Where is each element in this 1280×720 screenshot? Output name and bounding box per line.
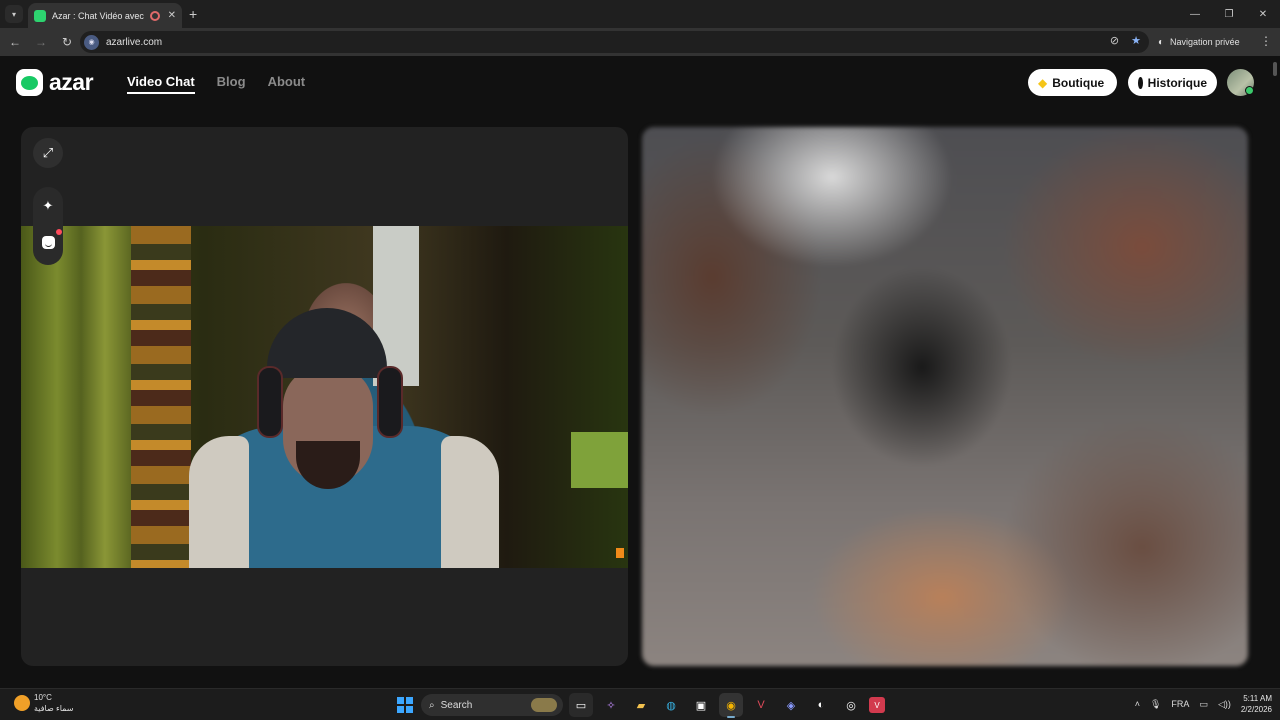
taskbar-search[interactable]: ⌕ Search: [421, 694, 563, 716]
hood-right: [441, 436, 499, 568]
partner-video-panel: [642, 127, 1248, 666]
system-tray: ˄ 🎙︎ FRA ▭ ◁)) 5:11 AM 2/2/2026: [1135, 693, 1272, 715]
weather-desc: سماء صافية: [34, 704, 74, 713]
vivaldi-icon[interactable]: V: [749, 693, 773, 717]
background-monitor: [571, 432, 628, 488]
discord-icon[interactable]: ◈: [779, 693, 803, 717]
azar-logo-icon: [16, 69, 43, 96]
magic-filter-button[interactable]: ✦: [33, 191, 63, 221]
search-icon: ⌕: [429, 699, 435, 711]
weather-widget[interactable]: 10°C سماء صافية: [14, 692, 74, 714]
language-indicator[interactable]: FRA: [1171, 699, 1189, 709]
start-button[interactable]: [395, 695, 415, 715]
bookmark-star-icon[interactable]: ★: [1131, 34, 1141, 47]
incognito-badge[interactable]: ◐ Navigation privée: [1158, 31, 1240, 53]
clock[interactable]: 5:11 AM 2/2/2026: [1241, 693, 1272, 715]
microphone-icon[interactable]: 🎙︎: [1150, 699, 1161, 710]
headset-right: [377, 366, 403, 438]
recording-icon: [149, 10, 160, 21]
taskbar: 10°C سماء صافية ⌕ Search ▭ ✧ ▰ ◍ ▣ ◉ V ◈…: [0, 688, 1280, 720]
search-label: Search: [440, 699, 473, 711]
task-view-icon[interactable]: ▭: [569, 693, 593, 717]
effects-toolbar: ✦: [33, 187, 63, 265]
tab-title: Azar : Chat Vidéo avec de n: [52, 10, 146, 21]
clock-time: 5:11 AM: [1243, 694, 1272, 703]
clock-date: 2/2/2026: [1240, 705, 1272, 714]
search-highlight-icon: [531, 698, 557, 712]
store-icon[interactable]: ▣: [689, 693, 713, 717]
display-icon[interactable]: ▭: [1199, 699, 1208, 710]
headset-left: [257, 366, 283, 438]
browser-menu-icon[interactable]: ⋮: [1260, 34, 1272, 48]
nav-about[interactable]: About: [268, 74, 306, 94]
incognito-icon: ◐: [1158, 36, 1165, 48]
back-icon[interactable]: ←: [4, 31, 26, 53]
clock-app-icon[interactable]: ◐: [809, 693, 833, 717]
copilot-icon[interactable]: ✧: [599, 693, 623, 717]
file-explorer-icon[interactable]: ▰: [629, 693, 653, 717]
tray-overflow-icon[interactable]: ˄: [1135, 699, 1140, 709]
boutique-label: Boutique: [1052, 75, 1105, 90]
notification-dot: [56, 229, 62, 235]
my-video-panel: ⤢ ✦: [21, 127, 628, 666]
edge-icon[interactable]: ◍: [659, 693, 683, 717]
omnibox[interactable]: ◉ azarlive.com ⊘ ★: [80, 31, 1149, 53]
logo-text: azar: [49, 69, 94, 95]
chrome-icon[interactable]: ◉: [719, 693, 743, 718]
curtain: [21, 226, 141, 568]
address-bar: ← → ↻ ◉ azarlive.com ⊘ ★ ◐ Navigation pr…: [0, 28, 1280, 56]
azar-logo[interactable]: azar: [16, 69, 94, 96]
tab-search-icon[interactable]: ▾: [5, 5, 23, 23]
magic-wand-icon: ✦: [42, 198, 54, 213]
history-button[interactable]: Historique: [1128, 69, 1217, 96]
patterned-curtain: [131, 226, 191, 568]
obs-icon[interactable]: ◎: [839, 693, 863, 717]
my-camera-feed: [21, 226, 628, 568]
nav-blog[interactable]: Blog: [217, 74, 246, 94]
expand-button[interactable]: ⤢: [33, 138, 63, 168]
incognito-label: Navigation privée: [1170, 37, 1240, 47]
site-info-icon[interactable]: ◉: [84, 34, 99, 50]
close-tab-icon[interactable]: ✕: [168, 10, 176, 21]
minimize-icon[interactable]: —: [1178, 0, 1212, 28]
history-label: Historique: [1147, 75, 1207, 90]
weather-temp: 10°C: [34, 693, 52, 702]
face-sticker-icon: [41, 235, 55, 249]
browser-tab[interactable]: Azar : Chat Vidéo avec de n ✕: [28, 3, 182, 28]
tracking-blocked-icon[interactable]: ⊘: [1110, 34, 1119, 47]
clock-icon: [1138, 76, 1143, 89]
video-editor-icon[interactable]: V: [869, 697, 885, 713]
url-text[interactable]: azarlive.com: [106, 37, 162, 48]
main-nav: Video Chat Blog About: [127, 74, 305, 94]
azar-page: azar Video Chat Blog About ◆ Boutique Hi…: [0, 56, 1280, 688]
window-controls: — ❐ ✕: [1178, 0, 1280, 28]
page-scrollbar[interactable]: [1273, 62, 1277, 76]
online-status-dot: [1245, 86, 1254, 95]
close-window-icon[interactable]: ✕: [1246, 0, 1280, 28]
taskbar-apps: ⌕ Search ▭ ✧ ▰ ◍ ▣ ◉ V ◈ ◐ ◎ V: [395, 693, 885, 718]
new-tab-icon[interactable]: +: [189, 6, 197, 22]
forward-icon[interactable]: →: [30, 31, 52, 53]
nav-video-chat[interactable]: Video Chat: [127, 74, 195, 94]
gem-icon: ◆: [1038, 75, 1048, 90]
boutique-button[interactable]: ◆ Boutique: [1028, 69, 1117, 96]
reload-icon[interactable]: ↻: [56, 31, 78, 53]
hood-left: [189, 436, 249, 568]
azar-favicon-icon: [34, 9, 46, 22]
weather-moon-icon: [14, 695, 30, 711]
volume-icon[interactable]: ◁)): [1218, 699, 1231, 710]
cap: [267, 308, 387, 378]
restore-icon[interactable]: ❐: [1212, 0, 1246, 28]
expand-icon: ⤢: [42, 145, 54, 160]
lamp: [616, 548, 624, 558]
browser-tab-bar: ▾ Azar : Chat Vidéo avec de n ✕ + — ❐ ✕: [0, 0, 1280, 28]
